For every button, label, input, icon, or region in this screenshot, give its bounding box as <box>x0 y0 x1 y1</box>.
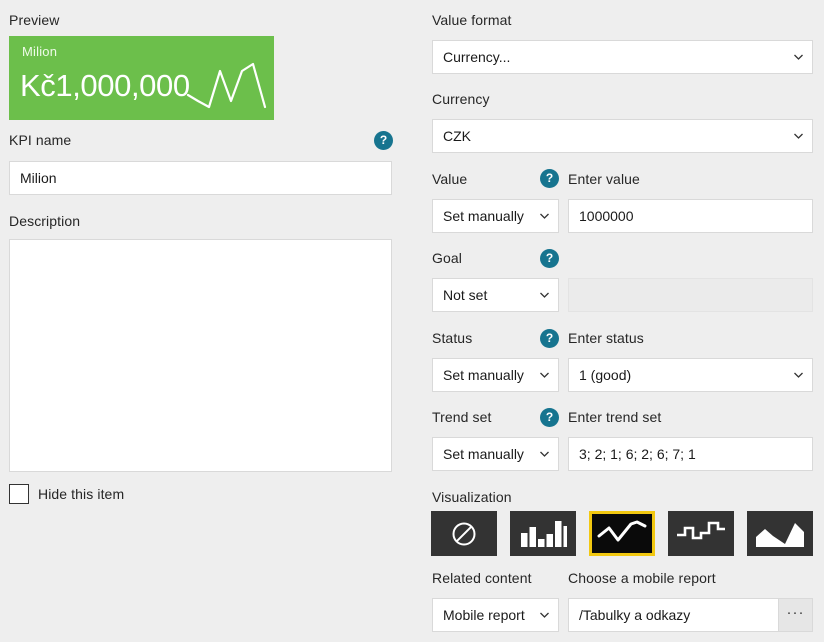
enter-value-label: Enter value <box>568 171 640 187</box>
currency-select[interactable]: CZK <box>432 119 813 153</box>
description-label: Description <box>9 213 81 229</box>
visualization-label: Visualization <box>432 489 512 505</box>
area-chart-icon <box>756 522 804 547</box>
value-format-value: Currency... <box>443 49 511 65</box>
line-chart-icon <box>597 520 647 541</box>
choose-mobile-report-label: Choose a mobile report <box>568 570 716 586</box>
goal-help-icon[interactable]: ? <box>540 249 559 268</box>
goal-mode-value: Not set <box>443 287 488 303</box>
no-chart-icon <box>452 522 476 545</box>
enter-value-input[interactable] <box>568 199 813 233</box>
status-mode-select[interactable]: Set manually <box>432 358 559 392</box>
preview-label: Preview <box>9 12 60 28</box>
trend-mode-select[interactable]: Set manually <box>432 437 559 471</box>
currency-label: Currency <box>432 91 490 107</box>
preview-tile-name: Milion <box>22 44 58 59</box>
kpi-preview-tile: Milion Kč1,000,000 <box>9 36 274 120</box>
status-help-icon[interactable]: ? <box>540 329 559 348</box>
value-mode-value: Set manually <box>443 208 524 224</box>
kpi-name-label: KPI name <box>9 132 72 148</box>
visualization-option-step[interactable] <box>668 511 734 556</box>
value-format-select[interactable]: Currency... <box>432 40 813 74</box>
status-label: Status <box>432 330 473 346</box>
goal-label: Goal <box>432 250 462 266</box>
trend-set-help-icon[interactable]: ? <box>540 408 559 427</box>
visualization-option-none[interactable] <box>431 511 497 556</box>
enter-trend-set-label: Enter trend set <box>568 409 662 425</box>
mobile-report-picker: ··· <box>568 598 813 632</box>
step-chart-icon <box>677 521 725 539</box>
related-content-value: Mobile report <box>443 607 525 623</box>
goal-mode-select[interactable]: Not set <box>432 278 559 312</box>
value-format-label: Value format <box>432 12 512 28</box>
enter-trend-set-input[interactable] <box>568 437 813 471</box>
hide-this-item-row[interactable]: Hide this item <box>9 484 124 504</box>
enter-status-label: Enter status <box>568 330 644 346</box>
browse-mobile-report-button[interactable]: ··· <box>779 598 813 632</box>
related-content-select[interactable]: Mobile report <box>432 598 559 632</box>
preview-tile-value: Kč1,000,000 <box>20 68 190 103</box>
description-input[interactable] <box>9 239 392 472</box>
trend-set-label: Trend set <box>432 409 492 425</box>
kpi-name-input[interactable] <box>9 161 392 195</box>
visualization-option-area[interactable] <box>747 511 813 556</box>
visualization-options <box>431 511 813 556</box>
kpi-name-help-icon[interactable]: ? <box>374 131 393 150</box>
status-mode-value: Set manually <box>443 367 524 383</box>
bar-chart-icon <box>521 520 567 547</box>
kpi-editor-page: Preview Milion Kč1,000,000 KPI name ? De… <box>0 0 824 642</box>
trend-mode-value: Set manually <box>443 446 524 462</box>
visualization-option-line[interactable] <box>589 511 655 556</box>
mobile-report-input[interactable] <box>568 598 779 632</box>
hide-this-item-label: Hide this item <box>38 486 125 502</box>
currency-value: CZK <box>443 128 471 144</box>
hide-this-item-checkbox[interactable] <box>9 484 29 504</box>
value-label: Value <box>432 171 468 187</box>
value-help-icon[interactable]: ? <box>540 169 559 188</box>
preview-sparkline-icon <box>186 62 267 109</box>
value-mode-select[interactable]: Set manually <box>432 199 559 233</box>
related-content-label: Related content <box>432 570 532 586</box>
goal-value-input <box>568 278 813 312</box>
visualization-option-bar[interactable] <box>510 511 576 556</box>
enter-status-select[interactable]: 1 (good) <box>568 358 813 392</box>
enter-status-value: 1 (good) <box>579 367 632 383</box>
